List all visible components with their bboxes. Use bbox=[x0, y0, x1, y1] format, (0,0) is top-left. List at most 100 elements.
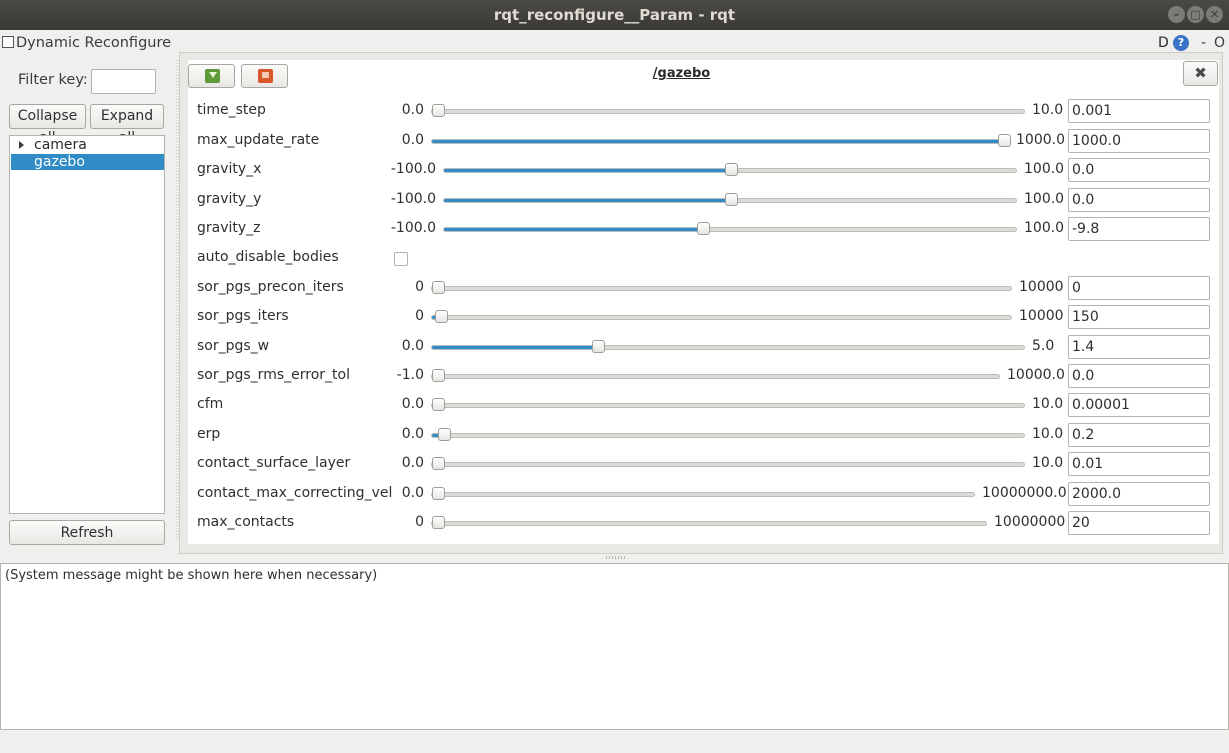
param-row-max_update_rate: max_update_rate 0.0 1000.0 1000.0 bbox=[0, 129, 1229, 155]
param-max-label: 10.0 bbox=[1032, 396, 1064, 412]
param-row-contact_max_correcting_vel: contact_max_correcting_vel 0.0 10000000.0 2… bbox=[0, 482, 1229, 508]
param-min-label: 0.0 bbox=[401, 455, 424, 471]
param-slider[interactable] bbox=[431, 428, 1025, 441]
param-slider[interactable] bbox=[431, 487, 975, 500]
param-min-label: 0 bbox=[415, 514, 424, 530]
slider-handle[interactable] bbox=[432, 457, 445, 470]
param-min-label: 0.0 bbox=[401, 426, 424, 442]
param-value-input[interactable]: 20 bbox=[1068, 511, 1210, 535]
param-value-input[interactable]: 0.00001 bbox=[1068, 393, 1210, 417]
param-name: max_update_rate bbox=[197, 132, 320, 148]
param-name: erp bbox=[197, 426, 221, 442]
slider-handle[interactable] bbox=[434, 310, 448, 323]
param-name: sor_pgs_w bbox=[197, 338, 270, 354]
minimize-icon[interactable]: – bbox=[1168, 6, 1185, 23]
group-title-text: /gazebo bbox=[652, 66, 711, 81]
param-slider[interactable] bbox=[443, 193, 1017, 206]
slider-handle[interactable] bbox=[725, 193, 738, 206]
param-max-label: 100.0 bbox=[1024, 220, 1065, 236]
slider-handle[interactable] bbox=[998, 134, 1011, 147]
param-slider[interactable] bbox=[431, 340, 1025, 353]
slider-handle[interactable] bbox=[432, 516, 445, 529]
slider-handle[interactable] bbox=[432, 487, 445, 500]
status-bar bbox=[0, 731, 1229, 753]
slider-handle[interactable] bbox=[432, 281, 445, 294]
param-min-label: 0.0 bbox=[401, 132, 424, 148]
param-value-input[interactable]: 0.0 bbox=[1068, 364, 1210, 388]
param-row-cfm: cfm 0.0 10.0 0.00001 bbox=[0, 393, 1229, 419]
param-row-sor_pgs_rms_error_tol: sor_pgs_rms_error_tol -1.0 10000.0 0.0 bbox=[0, 364, 1229, 390]
param-checkbox[interactable] bbox=[394, 252, 408, 266]
param-min-label: 0.0 bbox=[401, 396, 424, 412]
close-window-icon[interactable]: ✕ bbox=[1206, 6, 1223, 23]
slider-handle[interactable] bbox=[725, 163, 738, 176]
param-slider[interactable] bbox=[431, 369, 1000, 382]
param-value-input[interactable]: 2000.0 bbox=[1068, 482, 1210, 506]
window-title: rqt_reconfigure__Param - rqt bbox=[493, 6, 736, 24]
param-value-input[interactable]: 1000.0 bbox=[1068, 129, 1210, 153]
slider-handle[interactable] bbox=[432, 398, 445, 411]
slider-handle[interactable] bbox=[432, 104, 445, 117]
slider-handle[interactable] bbox=[696, 222, 710, 235]
param-value-input[interactable]: 0.0 bbox=[1068, 158, 1210, 182]
param-max-label: 10000 bbox=[1019, 308, 1064, 324]
minimize-plugin-button[interactable]: - bbox=[1201, 35, 1206, 51]
param-max-label: 10.0 bbox=[1032, 426, 1064, 442]
param-min-label: 0 bbox=[415, 308, 424, 324]
slider-fill bbox=[444, 228, 703, 231]
close-group-button[interactable]: ✖ bbox=[1183, 61, 1218, 86]
param-min-label: 0.0 bbox=[401, 102, 424, 118]
param-min-label: 0.0 bbox=[401, 338, 424, 354]
param-name: contact_max_correcting_vel bbox=[197, 485, 393, 501]
param-name: gravity_y bbox=[197, 191, 262, 207]
param-min-label: 0.0 bbox=[401, 485, 424, 501]
param-min-label: -100.0 bbox=[390, 220, 436, 236]
param-slider[interactable] bbox=[431, 104, 1025, 117]
param-slider[interactable] bbox=[431, 310, 1012, 323]
horizontal-splitter[interactable] bbox=[606, 556, 626, 559]
param-value-input[interactable]: -9.8 bbox=[1068, 217, 1210, 241]
param-slider[interactable] bbox=[431, 398, 1025, 411]
param-slider[interactable] bbox=[431, 516, 987, 529]
slider-fill bbox=[432, 346, 599, 349]
param-value-input[interactable]: 1.4 bbox=[1068, 335, 1210, 359]
slider-fill bbox=[432, 140, 1004, 143]
slider-handle[interactable] bbox=[432, 369, 445, 382]
param-slider[interactable] bbox=[443, 163, 1017, 176]
param-max-label: 100.0 bbox=[1024, 161, 1065, 177]
param-row-gravity_z: gravity_z -100.0 100.0 -9.8 bbox=[0, 217, 1229, 243]
param-max-label: 10000.0 bbox=[1007, 367, 1065, 383]
float-plugin-button[interactable]: O bbox=[1214, 35, 1225, 51]
param-max-label: 1000.0 bbox=[1016, 132, 1065, 148]
param-value-input[interactable]: 0.001 bbox=[1068, 99, 1210, 123]
param-slider[interactable] bbox=[431, 134, 1011, 147]
param-value-input[interactable]: 0.0 bbox=[1068, 188, 1210, 212]
slider-handle[interactable] bbox=[592, 340, 606, 353]
slider-fill bbox=[444, 199, 731, 202]
param-value-input[interactable]: 0.01 bbox=[1068, 452, 1210, 476]
param-value-input[interactable]: 0.2 bbox=[1068, 423, 1210, 447]
param-value-input[interactable]: 150 bbox=[1068, 305, 1210, 329]
param-name: max_contacts bbox=[197, 514, 295, 530]
param-row-sor_pgs_precon_iters: sor_pgs_precon_iters 0 10000 0 bbox=[0, 276, 1229, 302]
help-icon[interactable]: ? bbox=[1173, 35, 1189, 51]
param-name: cfm bbox=[197, 396, 224, 412]
maximize-icon[interactable]: □ bbox=[1187, 6, 1204, 23]
param-max-label: 10000000 bbox=[994, 514, 1066, 530]
param-min-label: 0 bbox=[415, 279, 424, 295]
param-name: auto_disable_bodies bbox=[197, 249, 339, 265]
param-min-label: -1.0 bbox=[396, 367, 424, 383]
param-row-erp: erp 0.0 10.0 0.2 bbox=[0, 423, 1229, 449]
param-slider[interactable] bbox=[431, 281, 1012, 294]
param-row-sor_pgs_w: sor_pgs_w 0.0 5.0 1.4 bbox=[0, 335, 1229, 361]
param-value-input[interactable]: 0 bbox=[1068, 276, 1210, 300]
param-slider[interactable] bbox=[443, 222, 1017, 235]
slider-handle[interactable] bbox=[437, 428, 451, 441]
group-title: /gazebo bbox=[0, 66, 1229, 81]
param-slider[interactable] bbox=[431, 457, 1025, 470]
param-row-max_contacts: max_contacts 0 10000000 20 bbox=[0, 511, 1229, 537]
dock-d-button[interactable]: D bbox=[1158, 35, 1169, 51]
param-max-label: 10000000.0 bbox=[982, 485, 1067, 501]
plugin-title: Dynamic Reconfigure bbox=[16, 35, 172, 51]
param-row-contact_surface_layer: contact_surface_layer 0.0 10.0 0.01 bbox=[0, 452, 1229, 478]
